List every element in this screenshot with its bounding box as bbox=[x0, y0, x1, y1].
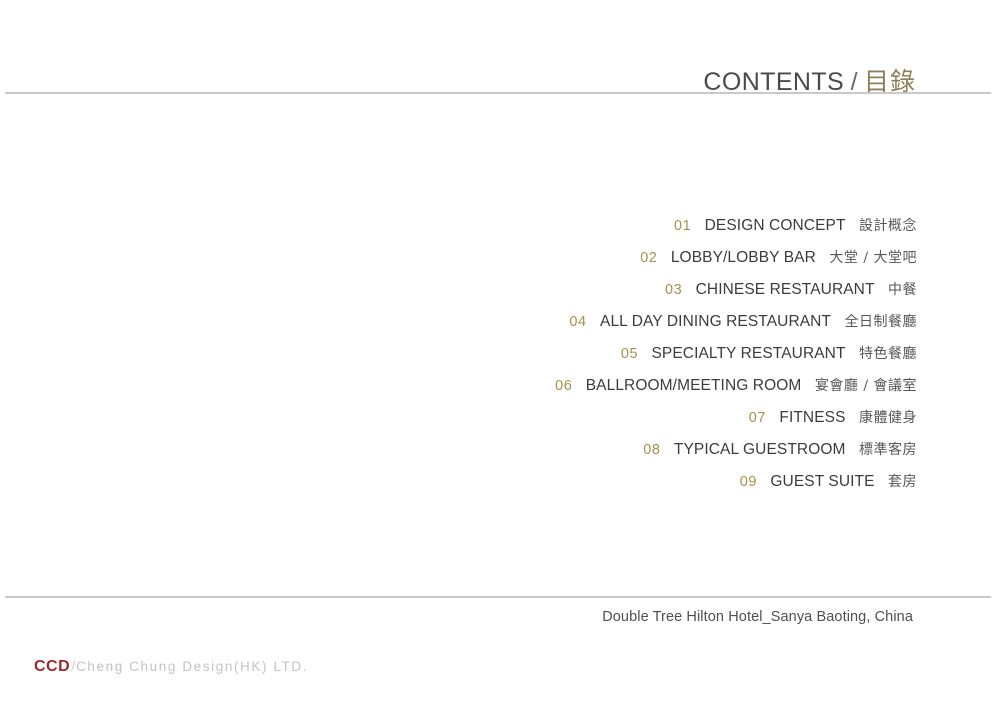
brand-logo: CCD/Cheng Chung Design(HK) LTD. bbox=[34, 659, 308, 675]
toc-entry-chinese: 特色餐廳 bbox=[859, 346, 917, 362]
toc-entry-chinese: 標準客房 bbox=[859, 442, 917, 458]
toc-entry-number: 03 bbox=[665, 282, 683, 298]
toc-entry-08[interactable]: 08 TYPICAL GUESTROOM 標準客房 bbox=[0, 434, 917, 466]
toc-entry-number: 02 bbox=[640, 250, 658, 266]
toc-entry-chinese: 大堂 / 大堂吧 bbox=[829, 250, 917, 266]
toc-entry-chinese: 中餐 bbox=[888, 282, 917, 298]
toc-entry-english: SPECIALTY RESTAURANT bbox=[651, 345, 846, 362]
toc-entry-chinese: 設計概念 bbox=[859, 218, 917, 234]
toc-entry-number: 08 bbox=[643, 442, 661, 458]
toc-entry-english: GUEST SUITE bbox=[770, 473, 875, 490]
toc-entry-07[interactable]: 07 FITNESS 康體健身 bbox=[0, 402, 917, 434]
toc-entry-04[interactable]: 04 ALL DAY DINING RESTAURANT 全日制餐廳 bbox=[0, 306, 917, 338]
toc-entry-english: FITNESS bbox=[779, 409, 846, 426]
brand-mark-ccd: CCD bbox=[34, 658, 71, 675]
toc-entry-english: TYPICAL GUESTROOM bbox=[673, 441, 846, 458]
toc-entry-02[interactable]: 02 LOBBY/LOBBY BAR 大堂 / 大堂吧 bbox=[0, 242, 917, 274]
toc-entry-english: BALLROOM/MEETING ROOM bbox=[585, 377, 802, 394]
toc-entry-english: DESIGN CONCEPT bbox=[704, 217, 846, 234]
toc-entry-number: 04 bbox=[569, 314, 587, 330]
toc-entry-number: 01 bbox=[674, 218, 692, 234]
toc-entry-number: 06 bbox=[555, 378, 573, 394]
header-divider bbox=[5, 92, 991, 94]
toc-entry-english: CHINESE RESTAURANT bbox=[695, 281, 875, 298]
toc-entry-number: 07 bbox=[748, 410, 766, 426]
table-of-contents: 01 DESIGN CONCEPT 設計概念 02 LOBBY/LOBBY BA… bbox=[0, 210, 917, 498]
toc-entry-chinese: 套房 bbox=[888, 474, 917, 490]
toc-entry-06[interactable]: 06 BALLROOM/MEETING ROOM 宴會廳 / 會議室 bbox=[0, 370, 917, 402]
toc-entry-09[interactable]: 09 GUEST SUITE 套房 bbox=[0, 466, 917, 498]
toc-entry-01[interactable]: 01 DESIGN CONCEPT 設計概念 bbox=[0, 210, 917, 242]
brand-full-name: Cheng Chung Design(HK) LTD. bbox=[76, 659, 309, 674]
project-caption: Double Tree Hilton Hotel_Sanya Baoting, … bbox=[602, 609, 913, 625]
toc-entry-chinese: 全日制餐廳 bbox=[844, 314, 917, 330]
toc-entry-03[interactable]: 03 CHINESE RESTAURANT 中餐 bbox=[0, 274, 917, 306]
toc-entry-05[interactable]: 05 SPECIALTY RESTAURANT 特色餐廳 bbox=[0, 338, 917, 370]
toc-entry-chinese: 宴會廳 / 會議室 bbox=[814, 378, 917, 394]
toc-entry-chinese: 康體健身 bbox=[859, 410, 917, 426]
toc-entry-number: 05 bbox=[620, 346, 639, 362]
toc-entry-english: LOBBY/LOBBY BAR bbox=[670, 249, 816, 266]
toc-entry-english: ALL DAY DINING RESTAURANT bbox=[600, 313, 832, 330]
contents-page: CONTENTS / 目錄 01 DESIGN CONCEPT 設計概念 02 … bbox=[0, 0, 1000, 714]
toc-entry-number: 09 bbox=[739, 474, 757, 490]
footer-divider bbox=[5, 596, 991, 598]
